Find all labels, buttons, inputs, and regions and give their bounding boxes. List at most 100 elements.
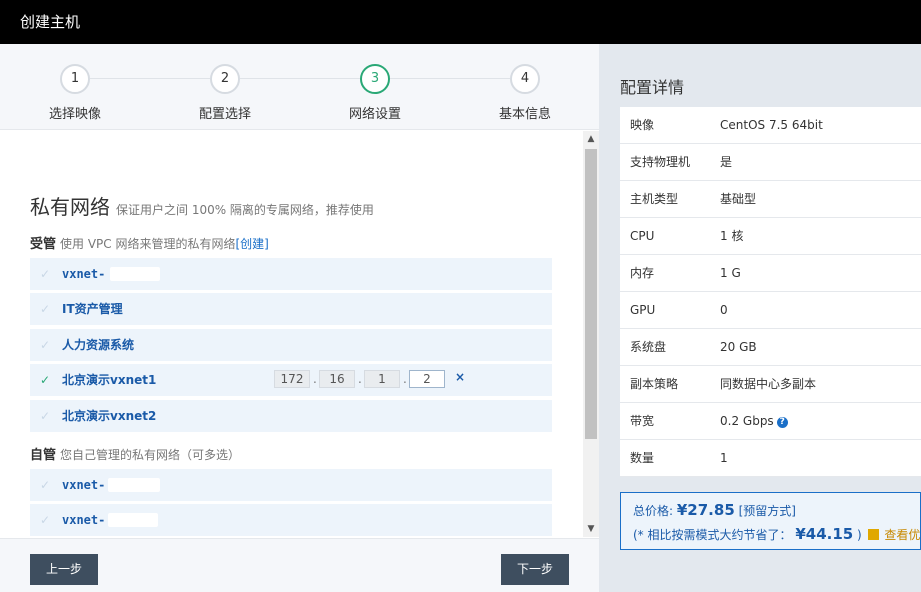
view-promo-link[interactable]: 查看优惠 (884, 528, 921, 542)
self-network-row[interactable]: ✓ vxnet- (30, 469, 552, 501)
detail-value: 1 核 (720, 229, 744, 243)
check-icon[interactable]: ✓ (40, 329, 50, 361)
detail-row-physical: 支持物理机 是 (620, 144, 921, 181)
next-step-button[interactable]: 下一步 (501, 554, 569, 585)
detail-key: CPU (630, 229, 655, 243)
savings-prefix: (* 相比按需模式大约节省了： (633, 528, 792, 542)
network-row-vxnet1[interactable]: ✓ 北京演示vxnet1 172 . 16 . 1 . 2 × (30, 364, 552, 396)
network-row-hr[interactable]: ✓ 人力资源系统 (30, 329, 552, 361)
detail-row-disk: 系统盘 20 GB (620, 329, 921, 366)
help-icon[interactable]: ? (776, 417, 788, 428)
step-label: 基本信息 (498, 107, 551, 122)
create-host-panel: 1 选择映像 2 配置选择 3 网络设置 4 基本信息 私有网络 保证用户之间 1… (0, 44, 599, 592)
detail-key: 主机类型 (630, 192, 679, 206)
detail-key: 支持物理机 (630, 155, 691, 169)
step-number: 3 (360, 64, 390, 94)
ip-dot: . (358, 372, 362, 386)
prev-step-button[interactable]: 上一步 (30, 554, 98, 585)
network-name: 人力资源系统 (62, 338, 135, 352)
savings-line: (* 相比按需模式大约节省了： ¥44.15 ) 查看优惠 (633, 525, 921, 543)
scroll-down-icon[interactable]: ▼ (583, 521, 599, 537)
close-icon[interactable]: × (455, 370, 465, 384)
details-table: 映像 CentOS 7.5 64bit 支持物理机 是 主机类型 基础型 CPU 1 核… (620, 107, 921, 477)
wizard-footer: 上一步 下一步 (0, 538, 599, 592)
total-price-label: 总价格: (633, 504, 674, 518)
section-title: 私有网络 保证用户之间 100% 隔离的专属网络，推荐使用 (30, 191, 374, 220)
step-4[interactable]: 4 基本信息 (475, 64, 575, 122)
network-row-vxnet[interactable]: ✓ vxnet- (30, 258, 552, 290)
network-name: IT资产管理 (62, 302, 123, 316)
detail-key: 副本策略 (630, 377, 679, 391)
gift-icon (867, 529, 879, 540)
detail-value: 0.2 Gbps? (720, 403, 788, 440)
step-number: 1 (60, 64, 90, 94)
create-vpc-link[interactable]: [创建] (235, 237, 268, 251)
savings-amount: ¥44.15 (795, 525, 854, 543)
network-name: 北京演示vxnet2 (62, 409, 157, 423)
ip-octet-2: 16 (319, 370, 355, 388)
managed-desc: 使用 VPC 网络来管理的私有网络 (60, 237, 236, 251)
check-icon[interactable]: ✓ (40, 504, 50, 536)
ip-dot: . (313, 372, 317, 386)
network-name: vxnet- (62, 267, 106, 281)
detail-row-gpu: GPU 0 (620, 292, 921, 329)
step-indicator: 1 选择映像 2 配置选择 3 网络设置 4 基本信息 (0, 44, 599, 130)
check-icon[interactable]: ✓ (40, 364, 50, 396)
detail-key: 带宽 (630, 414, 655, 428)
ip-dot: . (403, 372, 407, 386)
step-2[interactable]: 2 配置选择 (175, 64, 275, 122)
redaction-mask (108, 478, 160, 492)
network-name: 北京演示vxnet1 (62, 373, 157, 387)
network-row-vxnet2[interactable]: ✓ 北京演示vxnet2 (30, 400, 552, 432)
total-price-line: 总价格: ¥27.85 [预留方式] (633, 501, 796, 519)
self-group-label: 自管 您自己管理的私有网络（可多选） (30, 444, 240, 463)
detail-row-cpu: CPU 1 核 (620, 218, 921, 255)
ip-octet-4-input[interactable]: 2 (409, 370, 445, 388)
self-desc: 您自己管理的私有网络（可多选） (60, 448, 241, 462)
detail-value: 1 G (720, 266, 741, 280)
content-scrollbar[interactable]: ▲ ▼ (583, 131, 599, 537)
check-icon[interactable]: ✓ (40, 293, 50, 325)
section-title-text: 私有网络 (30, 195, 110, 219)
bandwidth-value: 0.2 Gbps (720, 414, 774, 428)
self-label: 自管 (30, 448, 57, 463)
total-price-amount: ¥27.85 (676, 501, 735, 519)
detail-value: 1 (720, 451, 728, 465)
detail-value: CentOS 7.5 64bit (720, 118, 823, 132)
config-details-panel: 配置详情 映像 CentOS 7.5 64bit 支持物理机 是 主机类型 基础型 C… (599, 44, 921, 592)
detail-key: 数量 (630, 451, 655, 465)
network-name: vxnet- (62, 478, 106, 492)
step-label: 配置选择 (198, 107, 251, 122)
detail-row-bandwidth: 带宽 0.2 Gbps? (620, 403, 921, 440)
billing-mode: [预留方式] (738, 504, 796, 518)
check-icon[interactable]: ✓ (40, 469, 50, 501)
redaction-mask (110, 267, 160, 281)
step-number: 2 (210, 64, 240, 94)
savings-suffix: ) (857, 528, 862, 542)
check-icon[interactable]: ✓ (40, 258, 50, 290)
detail-row-count: 数量 1 (620, 440, 921, 477)
detail-row-replica: 副本策略 同数据中心多副本 (620, 366, 921, 403)
network-row-it[interactable]: ✓ IT资产管理 (30, 293, 552, 325)
detail-value: 是 (720, 155, 733, 169)
detail-key: GPU (630, 303, 656, 317)
network-name: vxnet- (62, 513, 106, 527)
step-label: 网络设置 (348, 107, 401, 122)
network-settings-content: 私有网络 保证用户之间 100% 隔离的专属网络，推荐使用 受管 使用 VPC 网络… (0, 131, 583, 537)
detail-key: 映像 (630, 118, 655, 132)
detail-key: 内存 (630, 266, 655, 280)
check-icon[interactable]: ✓ (40, 400, 50, 432)
scrollbar-thumb[interactable] (585, 149, 597, 439)
step-3[interactable]: 3 网络设置 (325, 64, 425, 122)
detail-key: 系统盘 (630, 340, 667, 354)
detail-value: 20 GB (720, 340, 757, 354)
detail-row-image: 映像 CentOS 7.5 64bit (620, 107, 921, 144)
detail-row-memory: 内存 1 G (620, 255, 921, 292)
price-summary: 总价格: ¥27.85 [预留方式] (* 相比按需模式大约节省了： ¥44.1… (620, 492, 921, 550)
self-network-row[interactable]: ✓ vxnet- (30, 504, 552, 536)
window-title: 创建主机 (0, 0, 921, 44)
details-title: 配置详情 (620, 78, 685, 97)
step-label: 选择映像 (48, 107, 101, 122)
scroll-up-icon[interactable]: ▲ (583, 131, 599, 147)
step-1[interactable]: 1 选择映像 (25, 64, 125, 122)
